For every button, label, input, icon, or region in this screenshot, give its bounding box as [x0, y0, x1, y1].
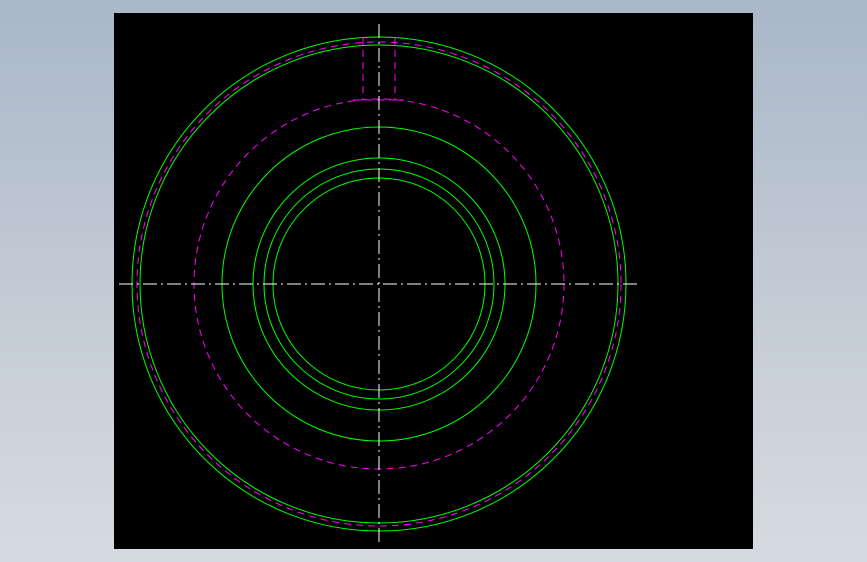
cad-viewport[interactable] [114, 13, 753, 549]
cad-drawing [119, 24, 639, 545]
